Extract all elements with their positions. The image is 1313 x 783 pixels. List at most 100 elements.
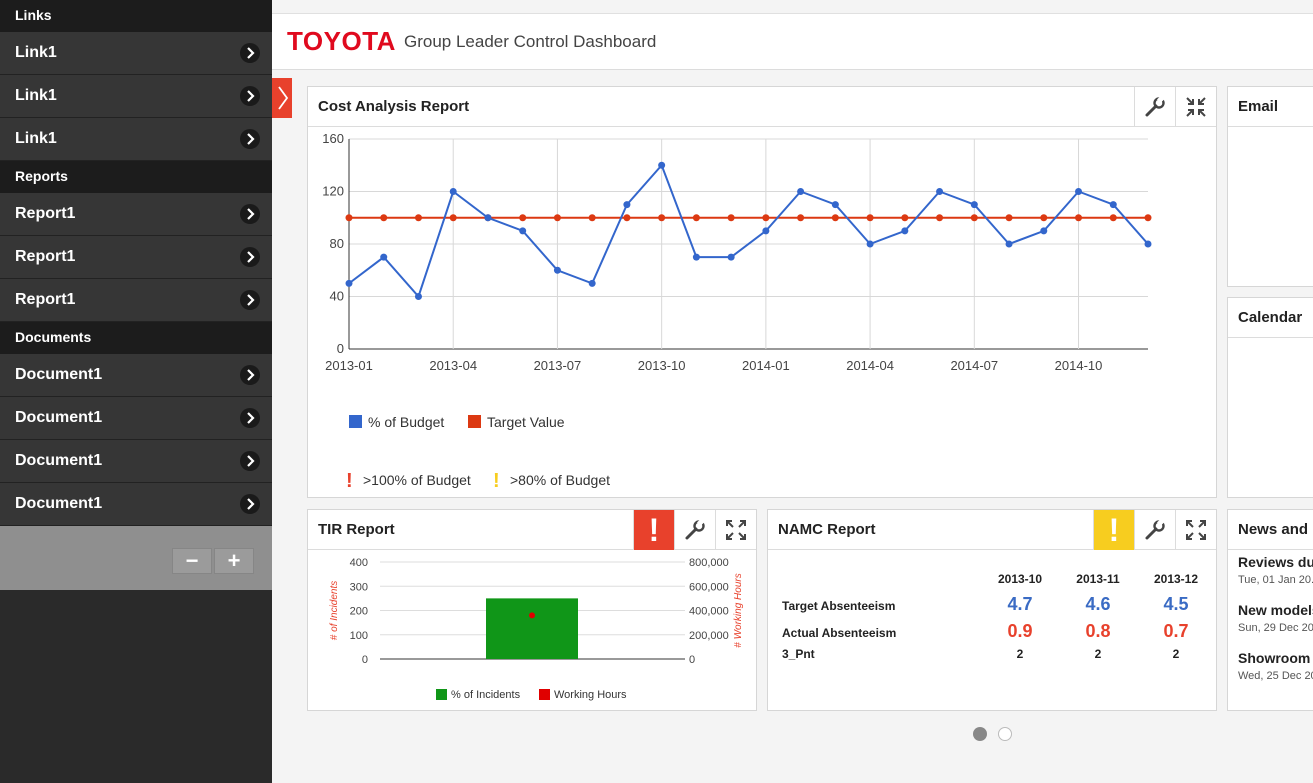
news-item[interactable]: Showroom ... Wed, 25 Dec 20... [1238, 650, 1313, 682]
panel-header: Cost Analysis Report [308, 87, 1216, 127]
sidebar-item[interactable]: Document1 [0, 397, 272, 440]
namc-column-header: 2013-11 [1076, 572, 1120, 586]
data-point [1040, 227, 1048, 235]
news-date: Sun, 29 Dec 20... [1238, 622, 1313, 634]
sidebar-item[interactable]: Link1 [0, 118, 272, 161]
data-point [1144, 240, 1152, 248]
bar [486, 598, 578, 659]
alert-icon[interactable]: ! [633, 510, 674, 550]
y-right-tick-label: 0 [689, 654, 695, 666]
sidebar-section-header: Links [0, 0, 272, 32]
data-point [1040, 214, 1048, 222]
expand-panel-button[interactable] [715, 510, 756, 550]
y-right-tick-label: 800,000 [689, 557, 729, 569]
sidebar-item-label: Document1 [15, 366, 103, 383]
sidebar-item[interactable]: Report1 [0, 279, 272, 322]
collapse-button[interactable]: − [172, 548, 212, 574]
settings-button[interactable] [674, 510, 715, 550]
news-item[interactable]: New models... Sun, 29 Dec 20... [1238, 602, 1313, 634]
data-point [529, 612, 535, 619]
tir-report-panel: TIR Report ! 0 100 200 300 400 0 200,000 400,00… [307, 509, 757, 711]
x-tick-label: 2013-07 [534, 358, 582, 373]
y-right-tick-label: 200,000 [689, 630, 729, 642]
data-point [519, 227, 527, 235]
expand-panel-button[interactable] [1175, 510, 1216, 550]
data-point [380, 214, 388, 222]
namc-value: 2 [1016, 647, 1024, 661]
warning-icon[interactable]: ! [1093, 510, 1134, 550]
data-point [484, 214, 492, 222]
sidebar-toggle-button[interactable] [272, 78, 292, 118]
data-point [1075, 214, 1083, 222]
data-point [623, 214, 631, 222]
data-point [936, 188, 944, 195]
namc-value: 4.7 [1007, 594, 1033, 614]
series-line [348, 163, 1149, 299]
page-dot[interactable] [998, 727, 1012, 741]
sidebar-item-label: Document1 [15, 409, 103, 426]
namc-value: 0.8 [1085, 621, 1111, 641]
settings-button[interactable] [1134, 87, 1175, 127]
settings-button[interactable] [1134, 510, 1175, 550]
data-point [1005, 240, 1013, 248]
chevron-right-icon [240, 86, 260, 106]
cost-analysis-panel: Cost Analysis Report 0 40 80 120 160 2013-01 2… [307, 86, 1217, 498]
sidebar-item[interactable]: Document1 [0, 440, 272, 483]
legend-swatch [349, 415, 362, 428]
alert-mark: ! [493, 470, 500, 492]
data-point [1109, 214, 1117, 222]
data-point [1144, 214, 1152, 222]
news-title: New models... [1238, 602, 1313, 618]
sidebar-item-label: Link1 [15, 44, 57, 61]
sidebar-item-label: Report1 [15, 205, 76, 222]
namc-row-label: Target Absenteeism [782, 599, 896, 613]
namc-row-label: Actual Absenteeism [782, 626, 897, 640]
sidebar-item[interactable]: Document1 [0, 354, 272, 397]
collapse-panel-button[interactable] [1175, 87, 1216, 127]
y-tick-label: 100 [350, 630, 368, 642]
sidebar-item[interactable]: Link1 [0, 75, 272, 118]
y-tick-label: 400 [350, 557, 368, 569]
sidebar-section-header: Documents [0, 322, 272, 354]
tir-bar-chart: 0 100 200 300 400 0 200,000 400,000 600,000 800,0… [329, 557, 744, 701]
data-point [1005, 214, 1013, 222]
chevron-right-icon [278, 86, 289, 110]
chevron-right-icon [240, 247, 260, 267]
chevron-right-icon [240, 451, 260, 471]
legend-label: Working Hours [554, 689, 627, 701]
page-dot-active[interactable] [973, 727, 987, 741]
sidebar-item[interactable]: Link1 [0, 32, 272, 75]
panel-header: Calendar [1228, 298, 1313, 338]
compress-icon [1186, 97, 1206, 117]
news-panel: News and ... Reviews du... Tue, 01 Jan 20… [1227, 509, 1313, 711]
data-point [727, 214, 735, 222]
panel-title: Calendar [1238, 309, 1303, 326]
sidebar-item[interactable]: Document1 [0, 483, 272, 526]
panel-header: Email [1228, 87, 1313, 127]
sidebar-item-label: Link1 [15, 87, 57, 104]
panel-header: News and ... [1228, 510, 1313, 550]
sidebar-item[interactable]: Report1 [0, 193, 272, 236]
wrench-icon [685, 518, 705, 540]
y-tick-label: 120 [322, 184, 344, 199]
panel-title: NAMC Report [778, 521, 876, 538]
expand-button[interactable]: + [214, 548, 254, 574]
data-point [658, 161, 666, 169]
data-point [727, 253, 735, 261]
y-right-tick-label: 600,000 [689, 581, 729, 593]
legend-swatch [468, 415, 481, 428]
chevron-right-icon [240, 494, 260, 514]
data-point [1075, 188, 1083, 195]
news-item[interactable]: Reviews du... Tue, 01 Jan 20... [1238, 554, 1313, 586]
chevron-right-icon [240, 204, 260, 224]
data-point [866, 240, 874, 248]
legend-label: >80% of Budget [510, 472, 610, 488]
alert-mark: ! [346, 470, 353, 492]
expand-icon [1186, 520, 1206, 540]
panel-title: TIR Report [318, 521, 395, 538]
data-point [553, 266, 561, 274]
x-tick-label: 2013-01 [325, 358, 373, 373]
sidebar-item[interactable]: Report1 [0, 236, 272, 279]
panel-title: Cost Analysis Report [318, 98, 470, 115]
sidebar-item-label: Document1 [15, 452, 103, 469]
